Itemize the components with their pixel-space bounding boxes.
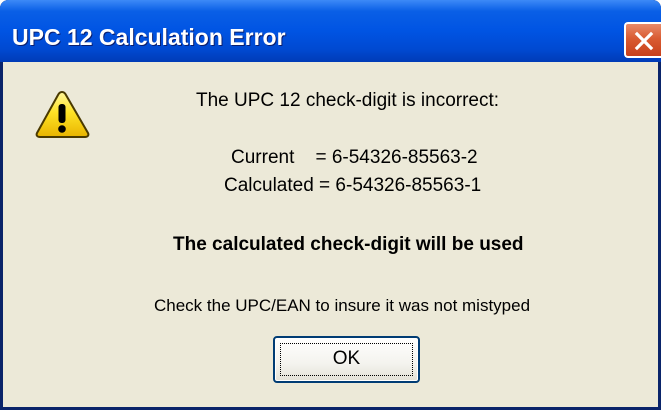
hint-text: Check the UPC/EAN to insure it was not m… xyxy=(154,296,531,315)
message-heading: The UPC 12 check-digit is incorrect: xyxy=(196,90,500,111)
current-value-line: Current = 6-54326-85563-2 xyxy=(231,147,478,168)
ok-button[interactable]: OK xyxy=(273,336,420,383)
notice-text: The calculated check-digit will be used xyxy=(173,234,524,255)
dialog-body: The UPC 12 check-digit is incorrect: Cur… xyxy=(3,62,658,407)
window-title: UPC 12 Calculation Error xyxy=(12,24,286,50)
warning-icon xyxy=(35,90,90,138)
calculated-value-line: Calculated = 6-54326-85563-1 xyxy=(224,175,482,196)
ok-button-label: OK xyxy=(332,348,361,369)
dialog-window: UPC 12 Calculation Error The UPC 12 chec… xyxy=(0,0,661,410)
close-icon xyxy=(634,31,654,51)
close-button[interactable] xyxy=(624,22,661,58)
title-bar[interactable]: UPC 12 Calculation Error xyxy=(0,0,661,62)
